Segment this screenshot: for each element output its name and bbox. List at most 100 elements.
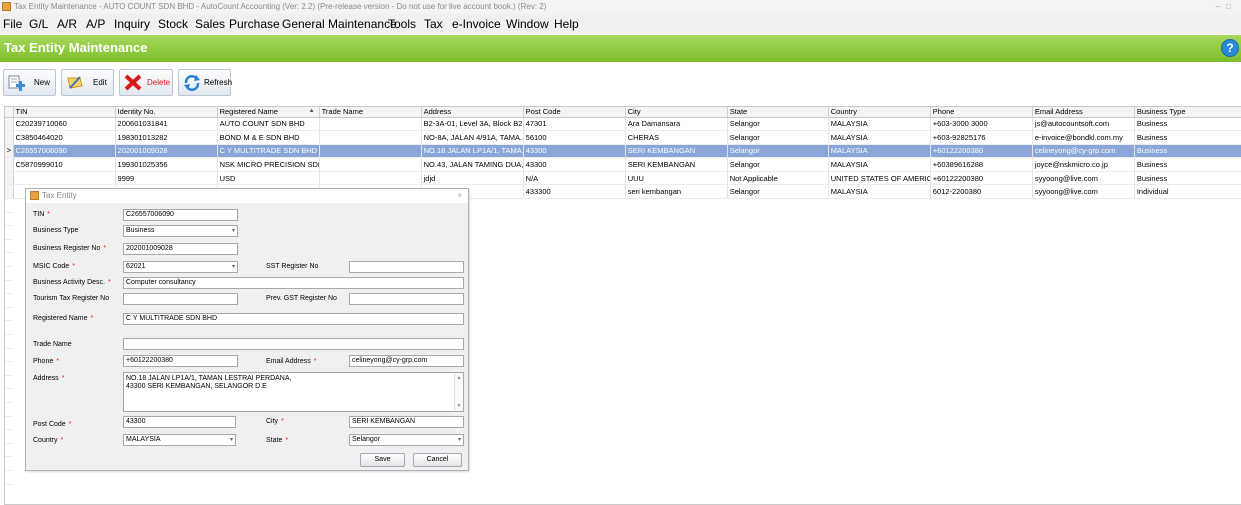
address-scrollbar[interactable]: ▲ ▼ — [454, 373, 463, 411]
table-cell[interactable]: SERI KEMBANGAN — [625, 144, 728, 159]
table-cell[interactable]: +60389616288 — [930, 157, 1033, 172]
cancel-button[interactable]: Cancel — [413, 453, 462, 467]
table-cell[interactable]: Not Applicable — [727, 171, 829, 186]
table-cell[interactable]: 47301 — [523, 117, 626, 132]
table-cell[interactable]: MALAYSIA — [828, 130, 931, 145]
table-cell[interactable]: Business — [1134, 130, 1241, 145]
table-cell[interactable] — [13, 171, 116, 186]
row-selector[interactable] — [5, 157, 14, 172]
col-header-registered-name[interactable]: Registered Name ▲ — [217, 107, 320, 118]
col-header-post-code[interactable]: Post Code — [523, 107, 626, 118]
table-cell[interactable]: 433300 — [523, 184, 626, 200]
save-button[interactable]: Save — [360, 453, 405, 467]
table-cell[interactable]: 56100 — [523, 130, 626, 145]
table-cell[interactable]: C26557006090 — [13, 144, 116, 159]
table-cell[interactable]: Selangor — [727, 144, 829, 159]
table-cell[interactable]: Selangor — [727, 117, 829, 132]
table-cell[interactable]: NSK MICRO PRECISION SDN... — [217, 157, 320, 172]
close-icon[interactable]: × — [457, 189, 462, 203]
table-cell[interactable]: C20239710060 — [13, 117, 116, 132]
country-select[interactable]: MALAYSIA ▾ — [123, 434, 236, 446]
table-cell[interactable]: js@autocountsoft.com — [1032, 117, 1135, 132]
email-address-field[interactable]: celineyong@cy-grp.com — [349, 355, 464, 367]
table-cell[interactable]: Business — [1134, 157, 1241, 172]
prev-gst-register-no-field[interactable] — [349, 293, 464, 305]
table-cell[interactable]: +603-3000 3000 — [930, 117, 1033, 132]
table-row[interactable]: 9999 USD jdjd N/A UUU Not Applicable UNITED ST… — [5, 171, 1241, 186]
phone-field[interactable]: +60122200380 — [123, 355, 238, 367]
table-cell[interactable]: MALAYSIA — [828, 157, 931, 172]
window-controls[interactable]: –□ — [1216, 0, 1237, 14]
menu-einvoice[interactable]: e-Invoice — [452, 14, 501, 34]
col-header-state[interactable]: State — [727, 107, 829, 118]
business-activity-desc-field[interactable]: Computer consultancy — [123, 277, 464, 289]
row-selector[interactable] — [5, 117, 14, 132]
table-cell[interactable]: Selangor — [727, 130, 829, 145]
table-cell[interactable]: AUTO COUNT SDN BHD — [217, 117, 320, 132]
tin-field[interactable]: C26557006090 — [123, 209, 238, 221]
business-type-select[interactable]: Business ▾ — [123, 225, 238, 237]
col-header-country[interactable]: Country — [828, 107, 931, 118]
menu-file[interactable]: File — [3, 14, 22, 34]
address-textarea[interactable]: NO.18 JALAN LP1A/1, TAMAN LESTRAI PERDAN… — [123, 372, 464, 412]
table-cell[interactable]: C Y MULTITRADE SDN BHD — [217, 144, 320, 159]
business-register-no-field[interactable]: 202001009028 — [123, 243, 238, 255]
table-cell[interactable]: Selangor — [727, 157, 829, 172]
table-cell[interactable]: 200601031841 — [115, 117, 218, 132]
tourism-tax-register-no-field[interactable] — [123, 293, 238, 305]
table-row[interactable]: C5870999010 199301025356 NSK MICRO PRECISI… — [5, 157, 1241, 172]
sst-register-no-field[interactable] — [349, 261, 464, 273]
menu-inquiry[interactable]: Inquiry — [114, 14, 150, 34]
table-cell[interactable]: N/A — [523, 171, 626, 186]
table-cell[interactable]: MALAYSIA — [828, 144, 931, 159]
menu-ap[interactable]: A/P — [86, 14, 105, 34]
table-cell[interactable]: NO.18 JALAN LP1A/1, TAMA... — [421, 144, 524, 159]
table-cell[interactable] — [319, 130, 422, 145]
table-cell[interactable]: Selangor — [727, 184, 829, 200]
col-header-identity-no[interactable]: Identity No. — [115, 107, 218, 118]
table-cell[interactable]: 202001009028 — [115, 144, 218, 159]
table-cell[interactable]: 6012-2200380 — [930, 184, 1033, 200]
table-cell[interactable]: syyoong@live.com — [1032, 171, 1135, 186]
table-cell[interactable]: seri kembangan — [625, 184, 728, 200]
menu-purchase[interactable]: Purchase — [229, 14, 280, 34]
table-cell[interactable]: joyce@nskmicro.co.jp — [1032, 157, 1135, 172]
row-selector[interactable] — [5, 130, 14, 145]
city-field[interactable]: SERI KEMBANGAN — [349, 416, 464, 428]
table-row[interactable]: C20239710060 200601031841 AUTO COUNT SDN B… — [5, 117, 1241, 132]
table-cell[interactable]: 43300 — [523, 157, 626, 172]
table-cell[interactable]: Business — [1134, 171, 1241, 186]
menu-gl[interactable]: G/L — [29, 14, 48, 34]
table-cell[interactable]: Ara Damansara — [625, 117, 728, 132]
menu-ar[interactable]: A/R — [57, 14, 77, 34]
menu-tools[interactable]: Tools — [388, 14, 416, 34]
menu-sales[interactable]: Sales — [195, 14, 225, 34]
menu-help[interactable]: Help — [554, 14, 579, 34]
table-row[interactable]: > C26557006090 202001009028 C Y MULTITRADE … — [5, 144, 1241, 159]
table-cell[interactable]: +603-92825176 — [930, 130, 1033, 145]
menu-tax[interactable]: Tax — [424, 14, 443, 34]
table-cell[interactable]: NO-8A, JALAN 4/91A, TAMA... — [421, 130, 524, 145]
table-cell[interactable]: 9999 — [115, 171, 218, 186]
table-cell[interactable] — [319, 157, 422, 172]
col-header-email-address[interactable]: Email Address — [1032, 107, 1135, 118]
table-cell[interactable]: C3850464020 — [13, 130, 116, 145]
table-cell[interactable]: CHERAS — [625, 130, 728, 145]
table-cell[interactable]: 199301025356 — [115, 157, 218, 172]
trade-name-field[interactable] — [123, 338, 464, 350]
table-cell[interactable]: e-invoice@bondkl.com.my — [1032, 130, 1135, 145]
table-cell[interactable]: MALAYSIA — [828, 184, 931, 200]
col-header-business-type[interactable]: Business Type — [1134, 107, 1241, 118]
table-cell[interactable] — [319, 144, 422, 159]
menu-general-maintenance[interactable]: General Maintenance — [282, 14, 397, 34]
col-header-address[interactable]: Address — [421, 107, 524, 118]
delete-button[interactable]: Delete — [119, 69, 173, 96]
table-cell[interactable]: Business — [1134, 144, 1241, 159]
table-cell[interactable]: Individual — [1134, 184, 1241, 200]
col-header-phone[interactable]: Phone — [930, 107, 1033, 118]
table-cell[interactable]: 43300 — [523, 144, 626, 159]
table-cell[interactable]: UUU — [625, 171, 728, 186]
table-cell[interactable]: NO.43, JALAN TAMING DUA,... — [421, 157, 524, 172]
table-cell[interactable]: celineyong@cy-grp.com — [1032, 144, 1135, 159]
table-cell[interactable]: BOND M & E SDN BHD — [217, 130, 320, 145]
